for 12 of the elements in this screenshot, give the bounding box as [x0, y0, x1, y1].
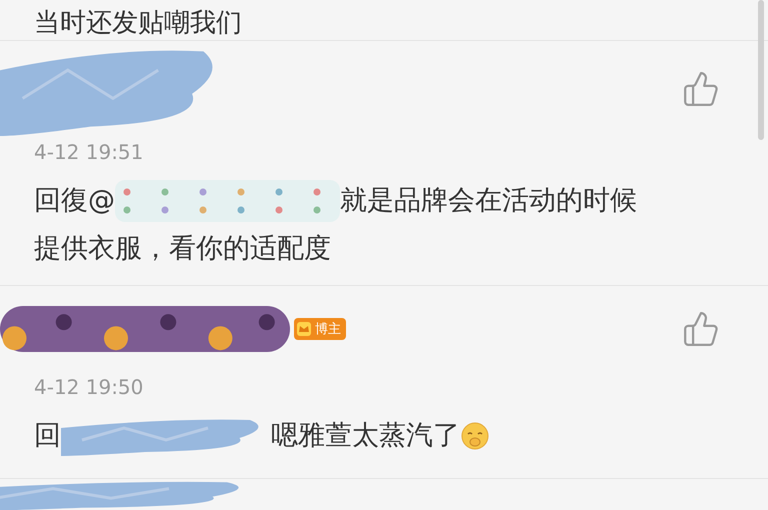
comment-time: 4-12 19:51: [34, 139, 144, 166]
crown-icon: [296, 321, 312, 337]
reply-prefix: 回: [34, 419, 61, 453]
comment-text: 嗯雅萱太蒸汽了: [271, 419, 460, 453]
like-icon[interactable]: [682, 70, 720, 108]
comment-text: 提供衣服，看你的适配度: [34, 232, 331, 266]
comment-text: 就是品牌会在活动的时候: [340, 184, 637, 218]
blogger-badge: 博主: [294, 318, 346, 340]
comment-time: 4-12 19:50: [34, 374, 144, 401]
like-icon[interactable]: [682, 310, 720, 348]
reply-prefix: 回復@: [34, 184, 115, 218]
comment-text: 当时还发贴嘲我们: [34, 7, 242, 40]
